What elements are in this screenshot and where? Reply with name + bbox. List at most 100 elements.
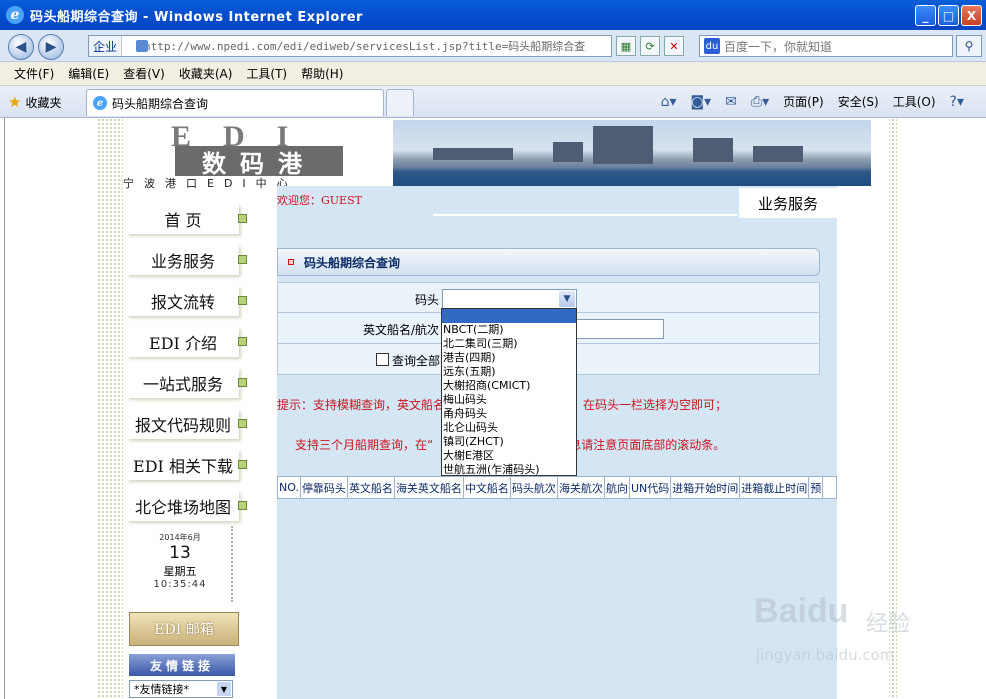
favorites-button[interactable]: ★ 收藏夹 — [8, 93, 61, 111]
col-direction: 航向 — [605, 477, 630, 498]
dropdown-option[interactable]: 北仑山码头 — [442, 421, 576, 435]
forward-button[interactable]: ▶ — [38, 34, 64, 60]
dropdown-option[interactable]: 北二集司(三期) — [442, 337, 576, 351]
ship-label: 英文船名/航次 — [362, 323, 439, 337]
chevron-down-icon[interactable]: ▼ — [559, 291, 575, 307]
stop-icon[interactable]: ✕ — [664, 36, 684, 56]
ie-logo-icon: e — [6, 6, 24, 24]
search-button[interactable]: ⚲ — [956, 35, 982, 57]
star-icon: ★ — [8, 93, 22, 111]
query-heading: 码头船期综合查询 — [277, 248, 820, 276]
window-titlebar: e 码头船期综合查询 - Windows Internet Explorer _… — [0, 0, 986, 30]
nav-messages[interactable]: 报文流转 — [127, 286, 247, 316]
nav-one-stop[interactable]: 一站式服务 — [127, 368, 247, 398]
window-title: 码头船期综合查询 - Windows Internet Explorer — [30, 9, 363, 25]
nav-edi-intro[interactable]: EDI 介绍 — [127, 327, 247, 357]
logo-sub-text: 宁波港口EDI中心 — [123, 177, 298, 190]
date-widget: 2014年6月 13 星期五 10:35:44 — [129, 526, 233, 602]
dropdown-option[interactable]: 梅山码头 — [442, 393, 576, 407]
home-icon[interactable]: ⌂▾ — [661, 94, 677, 110]
dropdown-option[interactable]: 大榭E港区 — [442, 449, 576, 463]
feeds-icon[interactable]: ◙▾ — [691, 94, 712, 110]
tools-menu[interactable]: 工具(O) — [893, 93, 936, 110]
col-gate-in-start: 进箱开始时间 — [671, 477, 741, 498]
tab-title: 码头船期综合查询 — [112, 96, 209, 111]
check-all-checkbox[interactable] — [376, 353, 389, 366]
address-toolbar: ◀ ▶ 企业 http://www.npedi.com/edi/ediweb/s… — [0, 30, 986, 62]
address-bar[interactable]: 企业 http://www.npedi.com/edi/ediweb/servi… — [88, 35, 612, 57]
check-all-label[interactable]: 查询全部 — [392, 352, 440, 369]
dropdown-option[interactable] — [442, 309, 576, 323]
page-menu[interactable]: 页面(P) — [783, 93, 824, 110]
col-no: NO. — [278, 477, 301, 498]
maximize-button[interactable]: □ — [938, 5, 959, 26]
baidu-watermark: Baidu 经验 jingyan.baidu.com — [754, 592, 934, 682]
url-text[interactable]: http://www.npedi.com/edi/ediweb/services… — [144, 38, 585, 54]
links-select-value: *友情链接* — [134, 683, 189, 696]
print-icon[interactable]: ⎙▾ — [751, 94, 769, 110]
col-gate-in-end: 进箱截止时间 — [740, 477, 810, 498]
col-terminal-voyage: 码头航次 — [511, 477, 558, 498]
tab-bar: ★ 收藏夹 e 码头船期综合查询 ⌂▾ ◙▾ ✉ ⎙▾ 页面(P) 安全(S) … — [0, 86, 986, 118]
menu-tools[interactable]: 工具(T) — [246, 65, 287, 82]
back-button[interactable]: ◀ — [8, 34, 34, 60]
terminal-select[interactable]: ▼ — [442, 289, 577, 309]
zone-label[interactable]: 企业 — [89, 36, 123, 56]
port-photo — [393, 120, 871, 186]
search-placeholder: 百度一下，你就知道 — [724, 39, 833, 54]
links-select[interactable]: *友情链接* ▼ — [129, 680, 233, 698]
col-customs-voyage: 海关航次 — [558, 477, 605, 498]
menu-help[interactable]: 帮助(H) — [301, 65, 343, 82]
logo-box-text: 数码港 — [175, 146, 343, 178]
section-title: 业务服务 — [739, 188, 837, 218]
col-eta: 预 — [809, 477, 824, 498]
new-tab-button[interactable] — [386, 89, 414, 116]
chevron-down-icon: ▼ — [217, 682, 231, 696]
section-divider — [433, 214, 737, 216]
terminal-dropdown-list[interactable]: NBCT(二期) 北二集司(三期) 港吉(四期) 远东(五期) 大榭招商(CMI… — [441, 308, 577, 476]
links-title: 友情链接 — [129, 654, 235, 676]
nav-code-rules[interactable]: 报文代码规则 — [127, 409, 247, 439]
nav-home[interactable]: 首 页 — [127, 204, 247, 234]
nav-downloads[interactable]: EDI 相关下载 — [127, 450, 247, 480]
favorites-label: 收藏夹 — [25, 95, 62, 110]
safety-menu[interactable]: 安全(S) — [838, 93, 879, 110]
tab-current[interactable]: e 码头船期综合查询 — [86, 89, 384, 116]
site-logo[interactable]: EDI 数码港 宁波港口EDI中心 — [123, 120, 393, 190]
edi-mail-button[interactable]: EDI 邮箱 — [129, 612, 239, 646]
compat-view-icon[interactable]: ▦ — [616, 36, 636, 56]
help-icon[interactable]: ?▾ — [950, 94, 964, 110]
col-ship-en: 英文船名 — [348, 477, 395, 498]
dropdown-option[interactable]: 大榭招商(CMICT) — [442, 379, 576, 393]
dropdown-option[interactable]: NBCT(二期) — [442, 323, 576, 337]
col-ship-cn: 中文船名 — [464, 477, 511, 498]
dropdown-option[interactable]: 世航五洲(乍浦码头) — [442, 463, 576, 477]
refresh-icon[interactable]: ⟳ — [640, 36, 660, 56]
heading-bullet-icon — [288, 259, 294, 265]
date-time: 10:35:44 — [153, 579, 207, 590]
watermark-cn: 经验 — [866, 612, 911, 637]
page-icon — [136, 40, 148, 52]
mail-icon[interactable]: ✉ — [725, 94, 737, 110]
col-un-code: UN代码 — [630, 477, 672, 498]
baidu-icon: du — [704, 38, 720, 54]
dropdown-option[interactable]: 镇司(ZHCT) — [442, 435, 576, 449]
terminal-label: 码头 — [414, 293, 439, 307]
date-weekday: 星期五 — [163, 565, 197, 578]
date-day: 13 — [169, 543, 191, 563]
col-terminal: 停靠码头 — [301, 477, 348, 498]
dropdown-option[interactable]: 港吉(四期) — [442, 351, 576, 365]
minimize-button[interactable]: _ — [915, 5, 936, 26]
site-banner: EDI 数码港 宁波港口EDI中心 — [123, 120, 873, 190]
nav-yard-map[interactable]: 北仑堆场地图 — [127, 491, 247, 521]
menu-view[interactable]: 查看(V) — [123, 65, 165, 82]
close-button[interactable]: X — [961, 5, 982, 26]
search-input[interactable]: du 百度一下，你就知道 — [699, 35, 953, 57]
nav-business[interactable]: 业务服务 — [127, 245, 247, 275]
menu-edit[interactable]: 编辑(E) — [68, 65, 109, 82]
dropdown-option[interactable]: 甬舟码头 — [442, 407, 576, 421]
menu-file[interactable]: 文件(F) — [14, 65, 54, 82]
col-customs-ship-en: 海关英文船名 — [395, 477, 464, 498]
menu-favorites[interactable]: 收藏夹(A) — [179, 65, 233, 82]
dropdown-option[interactable]: 远东(五期) — [442, 365, 576, 379]
